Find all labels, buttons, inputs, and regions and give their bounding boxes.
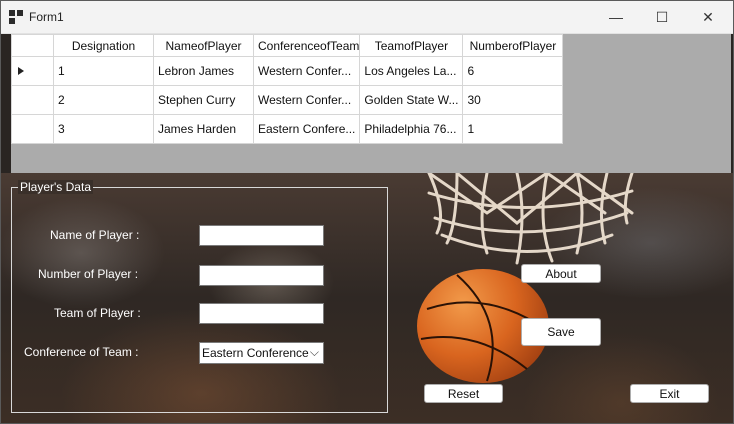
- window-title: Form1: [29, 10, 64, 24]
- table-cell[interactable]: Philadelphia 76...: [359, 114, 464, 144]
- table-cell[interactable]: James Harden: [153, 114, 254, 144]
- close-button[interactable]: ✕: [685, 1, 731, 33]
- grid-corner-cell[interactable]: [11, 34, 54, 57]
- number-of-player-label: Number of Player :: [38, 267, 139, 281]
- table-cell[interactable]: Los Angeles La...: [359, 56, 464, 86]
- maximize-button[interactable]: ☐: [639, 1, 685, 33]
- team-of-player-input[interactable]: [199, 303, 324, 324]
- about-button[interactable]: About: [521, 264, 601, 283]
- table-cell[interactable]: 30: [462, 85, 564, 115]
- minimize-icon: —: [609, 9, 623, 25]
- column-header-conferenceofteam[interactable]: ConferenceofTeam: [252, 34, 361, 57]
- close-icon: ✕: [702, 8, 714, 25]
- form1-window: Form1 — ☐ ✕ Designation NameofPlayer Con…: [0, 0, 734, 424]
- table-row[interactable]: 2 Stephen Curry Western Confer... Golden…: [11, 85, 564, 115]
- team-of-player-label: Team of Player :: [54, 306, 141, 320]
- players-data-grid[interactable]: Designation NameofPlayer ConferenceofTea…: [11, 34, 731, 173]
- minimize-button[interactable]: —: [593, 1, 639, 33]
- maximize-icon: ☐: [655, 8, 669, 25]
- table-cell[interactable]: 2: [53, 85, 154, 115]
- name-of-player-label: Name of Player :: [50, 228, 140, 242]
- save-button[interactable]: Save: [521, 318, 601, 346]
- table-cell[interactable]: Eastern Confere...: [252, 114, 361, 144]
- chevron-down-icon: ⌵: [309, 345, 319, 359]
- table-cell[interactable]: 3: [53, 114, 154, 144]
- column-header-numberofplayer[interactable]: NumberofPlayer: [462, 34, 564, 57]
- group-title: Player's Data: [18, 180, 93, 194]
- table-row[interactable]: 3 James Harden Eastern Confere... Philad…: [11, 114, 564, 144]
- table-row[interactable]: 1 Lebron James Western Confer... Los Ang…: [11, 56, 564, 86]
- exit-button[interactable]: Exit: [630, 384, 709, 403]
- table-cell[interactable]: 6: [462, 56, 564, 86]
- column-header-teamofplayer[interactable]: TeamofPlayer: [359, 34, 464, 57]
- column-header-nameofplayer[interactable]: NameofPlayer: [153, 34, 254, 57]
- row-header[interactable]: [11, 114, 54, 144]
- conference-of-team-label: Conference of Team :: [24, 345, 139, 359]
- table-cell[interactable]: Western Confer...: [252, 85, 361, 115]
- reset-button[interactable]: Reset: [424, 384, 503, 403]
- table-cell[interactable]: Stephen Curry: [153, 85, 254, 115]
- table-cell[interactable]: Lebron James: [153, 56, 254, 86]
- column-header-designation[interactable]: Designation: [53, 34, 154, 57]
- table-cell[interactable]: Golden State W...: [359, 85, 464, 115]
- number-of-player-input[interactable]: [199, 265, 324, 286]
- title-bar: Form1 — ☐ ✕: [1, 1, 733, 34]
- table-cell[interactable]: 1: [53, 56, 154, 86]
- name-of-player-input[interactable]: [199, 225, 324, 246]
- table-cell[interactable]: 1: [462, 114, 564, 144]
- grid-header-row: Designation NameofPlayer ConferenceofTea…: [11, 34, 564, 57]
- conference-of-team-select[interactable]: Eastern Conference ⌵: [199, 342, 324, 364]
- conference-selected-value: Eastern Conference: [202, 346, 309, 360]
- row-header[interactable]: [11, 85, 54, 115]
- players-data-groupbox: Player's Data Name of Player : Number of…: [11, 180, 388, 413]
- data-grid-table[interactable]: Designation NameofPlayer ConferenceofTea…: [11, 34, 564, 144]
- table-cell[interactable]: Western Confer...: [252, 56, 361, 86]
- row-header[interactable]: [11, 56, 54, 86]
- app-icon: [9, 10, 23, 24]
- basketball-net-image: [427, 173, 634, 265]
- row-pointer-icon: [18, 67, 24, 75]
